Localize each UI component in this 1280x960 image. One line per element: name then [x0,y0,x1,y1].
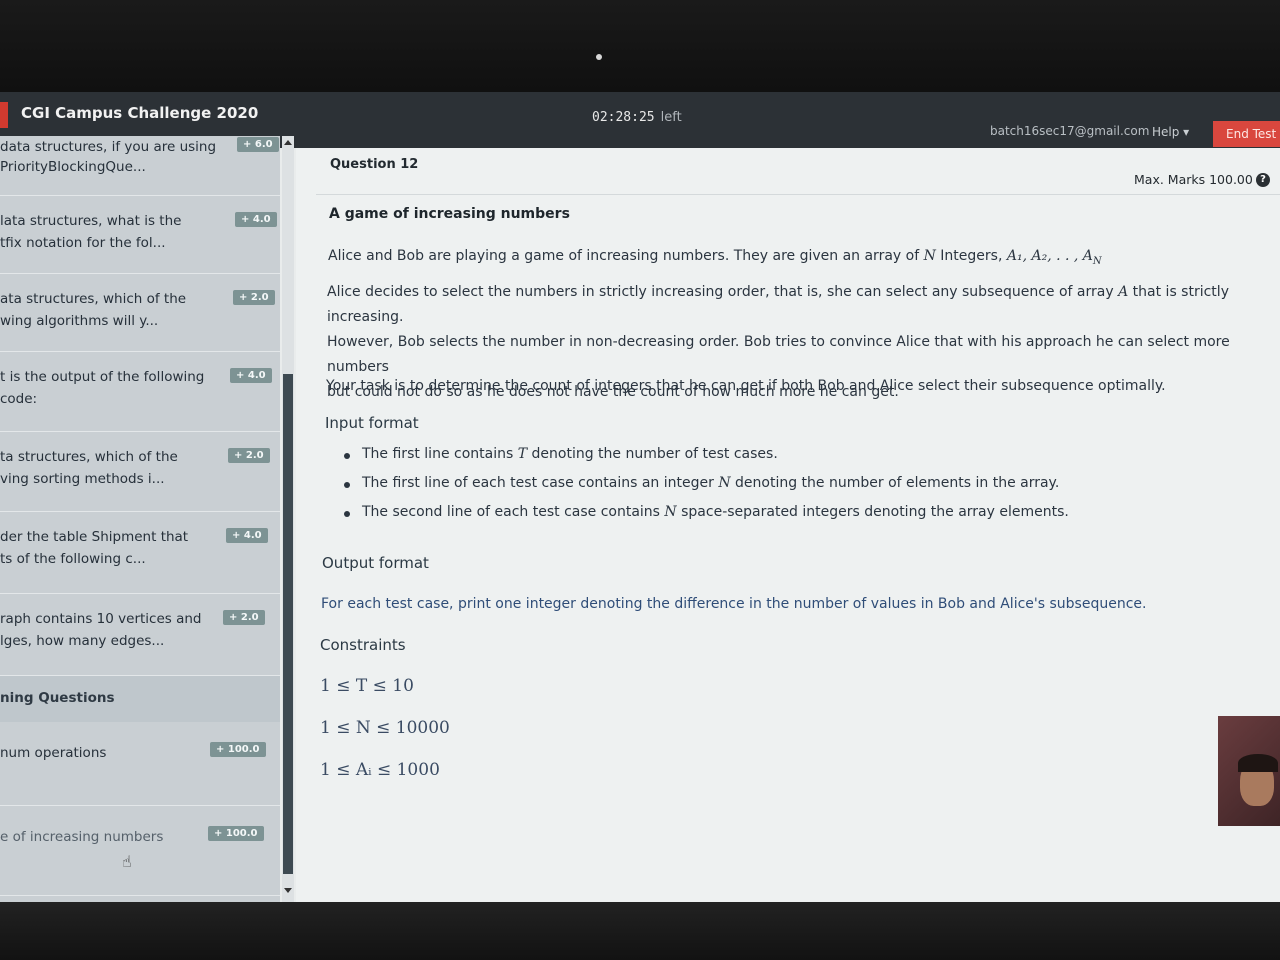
section-header-programming: ning Questions [0,676,280,722]
bullet-text: denoting the number of elements in the a… [730,475,1060,491]
constraint-a: 1 ≤ Aᵢ ≤ 1000 [320,760,440,780]
countdown-timer: 02:28:25 left [592,110,682,125]
marks-badge: + 4.0 [226,528,268,543]
math-t: T [517,446,528,462]
help-menu[interactable]: Help ▾ [1152,125,1189,139]
task-statement: Your task is to determine the count of i… [326,378,1166,394]
desc-line2: However, Bob selects the number in non-d… [327,334,1230,375]
marks-badge: + 100.0 [208,826,264,841]
webcam-hair [1238,754,1278,772]
screen: CGI Campus Challenge 2020 02:28:25 left b… [0,92,1280,902]
laptop-bezel-top [0,0,1280,92]
input-format-title: Input format [325,414,419,432]
question-preview-line2: wing algorithms will y... [0,313,159,329]
coding-question-label: e of increasing numbers [0,829,164,845]
question-preview-line1: data structures, if you are using [0,139,217,155]
marks-badge: + 2.0 [233,290,275,305]
laptop-bezel-bottom [0,902,1280,960]
bullet-text: The second line of each test case contai… [362,504,665,520]
marks-badge: + 4.0 [235,212,277,227]
sidebar-question-item[interactable]: ta structures, which of the ving sorting… [0,432,280,512]
question-preview-line2: ving sorting methods i... [0,471,165,487]
intro-text: Alice and Bob are playing a game of incr… [328,248,924,264]
question-preview-line1: der the table Shipment that [0,529,189,545]
sidebar-question-item[interactable]: data structures, if you are using Priori… [0,136,280,196]
section-title: ning Questions [0,690,115,706]
end-test-button[interactable]: End Test [1213,121,1280,147]
question-content: Question 12 Max. Marks 100.00 ? A game o… [296,148,1280,902]
constraint-n: 1 ≤ N ≤ 10000 [320,718,450,738]
question-number: Question 12 [330,157,419,172]
webcam-preview [1218,716,1280,826]
marks-badge: + 4.0 [230,368,272,383]
question-preview-line2: ts of the following c... [0,551,146,567]
list-item: The second line of each test case contai… [344,504,1069,533]
marks-badge: + 2.0 [228,448,270,463]
question-preview-line1: ata structures, which of the [0,291,187,307]
bullet-text: space-separated integers denoting the ar… [676,504,1069,520]
list-item: The first line of each test case contain… [344,475,1069,504]
output-format-text: For each test case, print one integer de… [321,596,1147,612]
scroll-thumb[interactable] [283,374,293,874]
bullet-text: The first line of each test case contain… [362,475,719,491]
math-n: N [718,475,731,491]
hand-cursor-icon: ☝ [122,852,132,871]
question-help-icon[interactable]: ? [1256,173,1270,187]
problem-intro: Alice and Bob are playing a game of incr… [328,244,1102,274]
marks-badge: + 2.0 [223,610,265,625]
laptop-camera-dot [596,54,602,60]
coding-question-label: num operations [0,745,107,761]
question-preview-line2: lges, how many edges... [0,633,165,649]
problem-title: A game of increasing numbers [329,206,570,222]
user-email: batch16sec17@gmail.com [990,124,1150,138]
question-preview-line2: PriorityBlockingQue... [0,159,146,175]
constraint-t: 1 ≤ T ≤ 10 [320,676,414,696]
math-n: N [664,504,677,520]
bullet-text: The first line contains [362,446,518,462]
marks-badge: + 6.0 [237,137,279,152]
timer-value: 02:28:25 [592,110,655,125]
sidebar-question-item[interactable]: raph contains 10 vertices and lges, how … [0,594,280,676]
question-preview-line1: ta structures, which of the [0,449,178,465]
question-preview-line1: raph contains 10 vertices and [0,611,202,627]
sidebar-scrollbar[interactable] [282,136,294,902]
bullet-text: denoting the number of test cases. [527,446,778,462]
question-preview-line1: t is the output of the following [0,369,205,385]
input-format-list: The first line contains T denoting the n… [344,446,1069,533]
sidebar-coding-item-active[interactable]: e of increasing numbers + 100.0 ☝ [0,806,280,896]
math-n: N [923,248,936,264]
constraints-title: Constraints [320,636,406,654]
math-array: A₁, A₂, . . , A [1006,248,1093,264]
math-subscript: N [1092,255,1102,267]
list-item: The first line contains T denoting the n… [344,446,1069,475]
sidebar-question-item[interactable]: ata structures, which of the wing algori… [0,274,280,352]
question-preview-line2: tfix notation for the fol... [0,235,166,251]
timer-suffix: left [660,110,682,125]
sidebar-question-item[interactable]: lata structures, what is the tfix notati… [0,196,280,274]
output-format-title: Output format [322,554,429,572]
question-preview-line2: code: [0,391,38,407]
intro-text2: Integers, [935,248,1007,264]
header-divider [316,194,1280,195]
desc-line1a: Alice decides to select the numbers in s… [327,284,1119,300]
question-sidebar: data structures, if you are using Priori… [0,136,280,902]
scroll-down-arrow-icon[interactable] [284,888,292,893]
app-title: CGI Campus Challenge 2020 [21,104,259,122]
max-marks: Max. Marks 100.00 [1134,172,1253,187]
brand-logo-mark [0,102,8,128]
math-a: A [1118,284,1129,300]
sidebar-question-item[interactable]: t is the output of the following code: +… [0,352,280,432]
scroll-up-arrow-icon[interactable] [284,140,292,145]
sidebar-coding-item[interactable]: num operations + 100.0 [0,722,280,806]
question-preview-line1: lata structures, what is the [0,213,182,229]
marks-badge: + 100.0 [210,742,266,757]
sidebar-question-item[interactable]: der the table Shipment that ts of the fo… [0,512,280,594]
